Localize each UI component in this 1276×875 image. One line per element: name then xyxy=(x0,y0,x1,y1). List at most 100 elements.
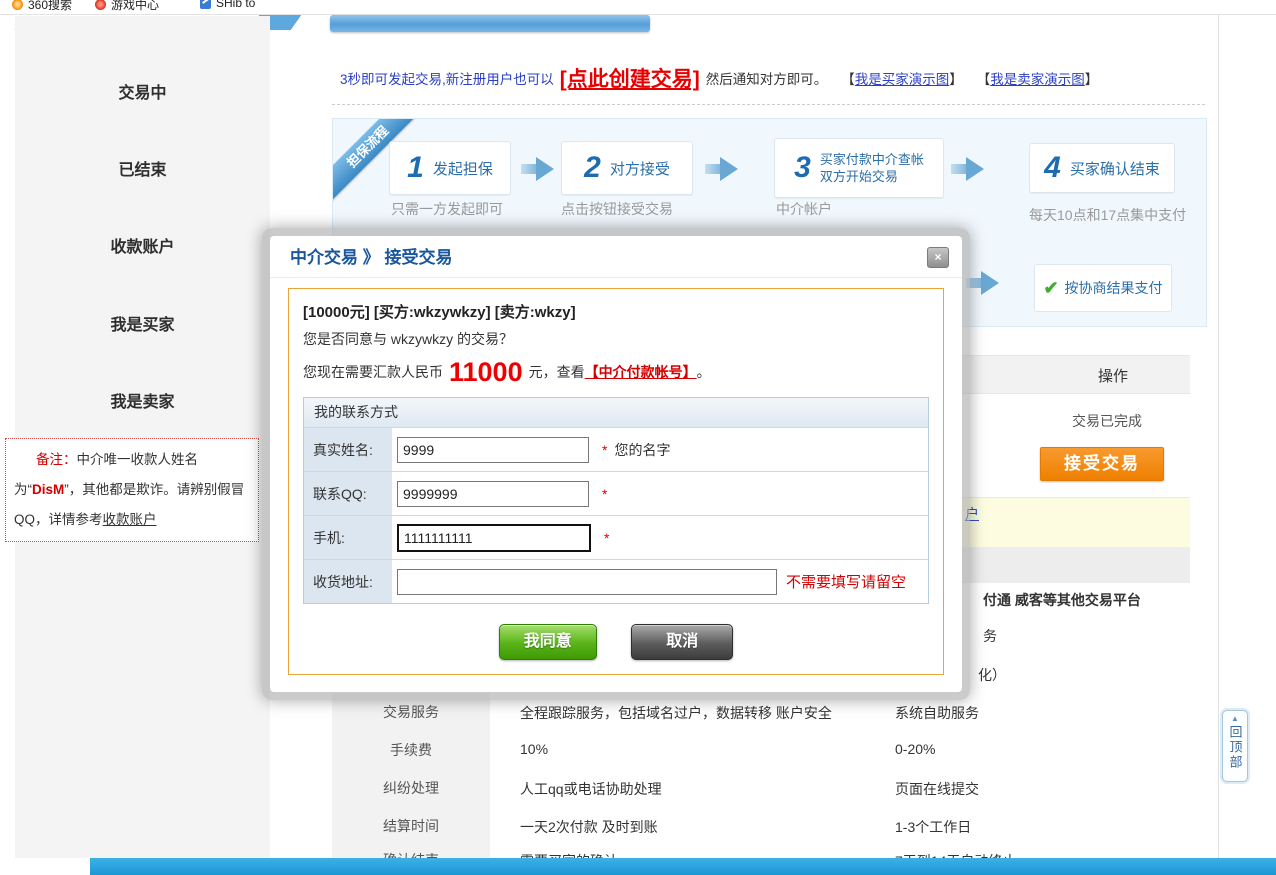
trade-question: 您是否同意与 wkzywkzy 的交易？ xyxy=(303,329,929,349)
step-number: 4 xyxy=(1044,153,1061,183)
buyer-demo-link-wrap: 【我是买家演示图】 xyxy=(841,68,963,88)
sidebar-item-trading[interactable]: 交易中 xyxy=(15,79,270,103)
field-label: 联系QQ: xyxy=(304,472,392,515)
modal-buttons: 我同意 取消 xyxy=(303,624,929,660)
operation-header: 操作 xyxy=(1073,365,1153,386)
sidebar: 交易中 已结束 收款账户 我是买家 我是卖家 xyxy=(15,16,270,858)
seller-demo-link-wrap: 【我是卖家演示图】 xyxy=(977,68,1099,88)
footer-bar xyxy=(90,858,1276,875)
bookmark-label: 360搜索 xyxy=(28,0,72,13)
check-icon: ✔ xyxy=(1043,278,1058,299)
content-right-border xyxy=(1218,15,1219,858)
settle-label: 按协商结果支付 xyxy=(1065,278,1163,298)
intro-line: 3秒即可发起交易,新注册用户也可以 [点此创建交易] 然后通知对方即可。 【我是… xyxy=(340,62,1210,94)
step-title: 发起担保 xyxy=(433,158,493,179)
row-others: 页面在线提交 xyxy=(895,779,979,799)
nav-remnant-tab xyxy=(330,15,650,32)
row-ours: 10% xyxy=(520,741,548,757)
table-row: 纠纷处理 人工qq或电话协助处理 页面在线提交 xyxy=(332,769,1190,808)
flow-step-3: 3 买家付款中介查帐双方开始交易 xyxy=(774,138,944,198)
bookmark-game-center[interactable]: 游戏中心 xyxy=(95,0,159,13)
flow-step-4: 4 买家确认结束 xyxy=(1029,143,1175,193)
intro-suffix: 然后通知对方即可。 xyxy=(706,68,828,88)
remit-suffix: 。 xyxy=(697,362,711,382)
step-number: 1 xyxy=(407,153,424,183)
create-trade-link[interactable]: [点此创建交易] xyxy=(560,63,700,93)
note-label: 备注： xyxy=(36,452,77,467)
bookmark-360-search[interactable]: 360搜索 xyxy=(12,0,72,13)
arrow-up-icon: ▲ xyxy=(1231,715,1239,723)
bookmark-label: SHib to xyxy=(216,0,255,10)
remit-line: 您现在需要汇款人民币 11000 元，查看 【中介付款帐号】 。 xyxy=(303,358,929,386)
close-icon[interactable]: × xyxy=(927,247,949,268)
sidebar-item-account[interactable]: 收款账户 xyxy=(15,233,270,257)
page: 360搜索 游戏中心 SHib to 交易中 已结束 收款账户 我是买家 我是卖… xyxy=(0,0,1276,875)
game-center-icon xyxy=(95,0,106,10)
step-title: 买家确认结束 xyxy=(1070,158,1160,179)
back-to-top-button[interactable]: ▲ 回顶部 xyxy=(1222,710,1248,782)
step-desc: 只需一方发起即可 xyxy=(391,199,503,219)
payment-account-link[interactable]: 【中介付款帐号】 xyxy=(585,362,697,382)
cancel-button[interactable]: 取消 xyxy=(631,624,733,660)
bookmark-shib[interactable]: SHib to xyxy=(200,0,255,10)
sidebar-item-buyer[interactable]: 我是买家 xyxy=(15,311,270,335)
trade-status: 交易已完成 xyxy=(1072,411,1142,431)
address-hint: 不需要填写请留空 xyxy=(786,571,906,592)
sidebar-item-seller[interactable]: 我是卖家 xyxy=(15,388,270,412)
row-label: 纠纷处理 xyxy=(332,769,490,807)
agree-button[interactable]: 我同意 xyxy=(499,624,597,660)
note-account-link[interactable]: 收款账户 xyxy=(103,512,157,527)
form-header: 我的联系方式 xyxy=(304,398,928,427)
bracket: 】 xyxy=(949,72,963,87)
step-desc: 点击按钮接受交易 xyxy=(561,199,673,219)
buyer-demo-link[interactable]: 我是买家演示图 xyxy=(855,72,950,87)
flow-arrow-icon xyxy=(966,271,1000,295)
bookmark-label: 游戏中心 xyxy=(111,0,159,13)
step-number: 3 xyxy=(794,153,811,183)
row-others: 系统自助服务 xyxy=(895,703,979,723)
trade-summary: [10000元] [买方:wkzywkzy] [卖方:wkzy] xyxy=(303,301,929,322)
back-to-top-label: 回顶部 xyxy=(1226,725,1245,770)
sidebar-item-ended[interactable]: 已结束 xyxy=(15,156,270,180)
address-input[interactable] xyxy=(397,569,777,595)
flow-arrow-icon xyxy=(521,157,555,181)
form-row-qq: 联系QQ: * xyxy=(304,471,928,515)
required-star: * xyxy=(604,530,609,546)
field-label: 收货地址: xyxy=(304,560,392,603)
partial-text: 付通 威客等其他交易平台 xyxy=(983,590,1141,610)
form-row-address: 收货地址: 不需要填写请留空 xyxy=(304,559,928,603)
note-name: DisM xyxy=(32,482,64,497)
real-name-input[interactable] xyxy=(397,437,589,463)
partial-text: 务 xyxy=(983,626,997,646)
row-ours: 人工qq或电话协助处理 xyxy=(520,779,662,799)
phone-input[interactable] xyxy=(397,524,591,552)
flow-step-2: 2 对方接受 xyxy=(561,141,693,195)
step-number: 2 xyxy=(584,153,601,183)
step-desc: 每天10点和17点集中支付 xyxy=(1029,205,1186,225)
step-title: 对方接受 xyxy=(610,158,670,179)
partial-text: 化） xyxy=(978,665,1006,685)
remit-prefix: 您现在需要汇款人民币 xyxy=(303,362,443,382)
intro-divider xyxy=(332,104,1205,105)
remit-amount: 11000 xyxy=(443,358,529,386)
sidebar-note: 备注：中介唯一收款人姓名为“DisM”，其他都是欺诈。请辨别假冒QQ，详情参考收… xyxy=(5,438,259,542)
shib-doc-icon xyxy=(200,0,211,9)
field-hint: 您的名字 xyxy=(614,440,670,460)
required-star: * xyxy=(602,442,607,458)
accept-trade-button[interactable]: 接受交易 xyxy=(1040,447,1164,481)
row-label: 手续费 xyxy=(332,731,490,769)
table-row: 结算时间 一天2次付款 及时到账 1-3个工作日 xyxy=(332,807,1190,846)
qq-input[interactable] xyxy=(397,481,589,507)
row-others: 1-3个工作日 xyxy=(895,817,971,837)
flow-arrow-icon xyxy=(951,157,985,181)
field-label: 真实姓名: xyxy=(304,428,392,471)
table-row: 手续费 10% 0-20% xyxy=(332,731,1190,770)
intro-lead: 3秒即可发起交易,新注册用户也可以 xyxy=(340,68,554,88)
accept-trade-modal: 中介交易 》 接受交易 × [10000元] [买方:wkzywkzy] [卖方… xyxy=(262,228,970,700)
modal-content-box: [10000元] [买方:wkzywkzy] [卖方:wkzy] 您是否同意与 … xyxy=(288,288,944,675)
row-others: 0-20% xyxy=(895,741,935,757)
seller-demo-link[interactable]: 我是卖家演示图 xyxy=(990,72,1085,87)
contact-form: 我的联系方式 真实姓名: * 您的名字 联系QQ: * xyxy=(303,397,929,604)
form-row-name: 真实姓名: * 您的名字 xyxy=(304,427,928,471)
bracket: 【 xyxy=(841,72,855,87)
